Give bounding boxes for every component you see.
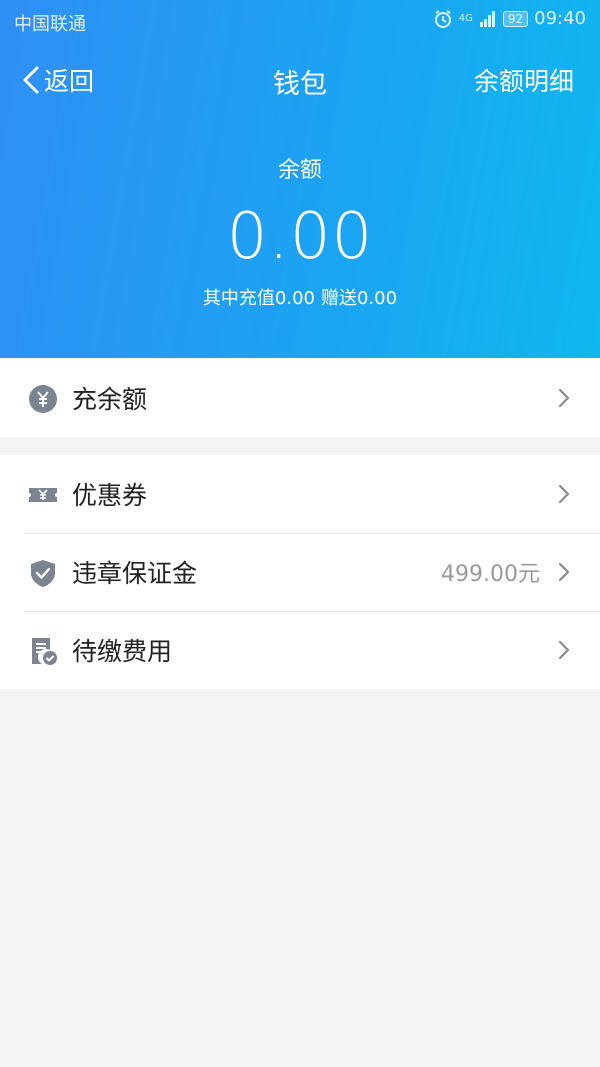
wallet-header: 中国联通 4G 92 09:40 返回 钱包 余额明细 余额 0.00 其中充值… <box>0 0 600 358</box>
network-type: 4G <box>458 13 473 24</box>
pending-fee-row[interactable]: 待缴费用 <box>0 611 600 689</box>
carrier-name: 中国联通 <box>14 14 86 35</box>
signal-icon <box>479 10 495 27</box>
chevron-right-icon <box>558 640 570 660</box>
recharge-section: 充余额 <box>0 359 600 437</box>
deposit-row[interactable]: 违章保证金 499.00元 <box>0 533 600 611</box>
wallet-menu-section: 优惠券 违章保证金 499.00元 待缴费用 <box>0 455 600 689</box>
coupon-label: 优惠券 <box>72 481 148 510</box>
status-icons: 4G 92 09:40 <box>433 8 586 29</box>
pending-fee-label: 待缴费用 <box>72 637 173 666</box>
nav-bar: 返回 钱包 余额明细 <box>0 52 600 108</box>
balance-label: 余额 <box>277 158 322 183</box>
yuan-coin-icon <box>29 385 57 413</box>
balance-breakdown: 其中充值0.00 赠送0.00 <box>0 284 600 310</box>
clock: 09:40 <box>534 8 586 29</box>
balance-amount: 0.00 <box>226 200 374 274</box>
deposit-label: 违章保证金 <box>72 559 198 588</box>
battery-indicator: 92 <box>502 10 529 27</box>
ticket-icon <box>29 488 57 502</box>
chevron-right-icon <box>558 562 570 582</box>
coupon-row[interactable]: 优惠券 <box>0 455 600 533</box>
alarm-icon <box>434 9 451 28</box>
chevron-right-icon <box>558 484 570 504</box>
chevron-right-icon <box>558 388 570 408</box>
balance-detail-link[interactable]: 余额明细 <box>474 62 574 98</box>
bill-icon <box>32 638 57 665</box>
gift-amount: 赠送0.00 <box>321 288 398 309</box>
recharge-amount: 其中充值0.00 <box>202 288 315 309</box>
recharge-row[interactable]: 充余额 <box>0 359 600 437</box>
status-bar: 中国联通 4G 92 09:40 <box>0 0 600 40</box>
shield-check-icon <box>31 560 55 587</box>
deposit-amount: 499.00元 <box>441 562 540 587</box>
recharge-label: 充余额 <box>72 385 148 414</box>
